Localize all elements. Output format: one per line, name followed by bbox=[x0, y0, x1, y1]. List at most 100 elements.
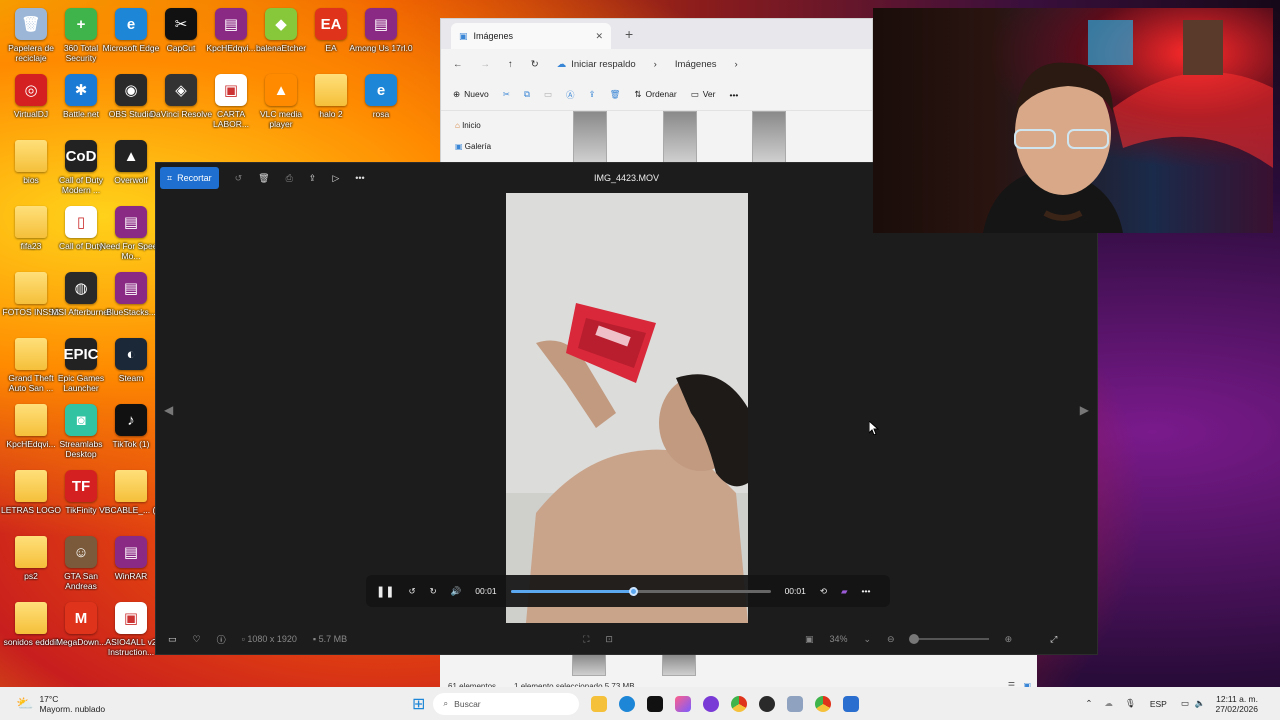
chrome-taskbar-icon[interactable] bbox=[815, 695, 832, 712]
refresh-icon[interactable]: ↻ bbox=[531, 59, 539, 70]
video-frame[interactable] bbox=[506, 193, 748, 623]
new-tab-button[interactable]: + bbox=[625, 26, 633, 42]
cut-icon[interactable]: ✂ bbox=[503, 89, 510, 100]
backup-button[interactable]: ☁ Iniciar respaldo bbox=[557, 59, 636, 70]
volume-icon[interactable]: 🔈 bbox=[1195, 698, 1206, 709]
delete-icon[interactable]: 🗑 bbox=[610, 89, 621, 100]
paste-icon[interactable]: ▭ bbox=[544, 89, 552, 100]
desktop-icon-label: BlueStacks... bbox=[106, 307, 156, 317]
start-icon[interactable]: ⊞ bbox=[412, 694, 425, 714]
image-thumbnail[interactable] bbox=[662, 654, 696, 676]
forward-icon[interactable]: → bbox=[481, 59, 491, 70]
sort-label: Ordenar bbox=[645, 89, 677, 99]
app-icon: ▣ bbox=[115, 602, 147, 634]
tray-chevron-icon[interactable]: ⌃ bbox=[1085, 698, 1092, 709]
app-icon: ◎ bbox=[15, 74, 47, 106]
nav-item-galeria[interactable]: ▣ Galería bbox=[455, 136, 491, 157]
desktop-icon[interactable]: ▤ BlueStacks... bbox=[100, 272, 162, 334]
image-thumbnail[interactable] bbox=[752, 111, 786, 163]
obs-taskbar-icon[interactable] bbox=[759, 695, 776, 712]
file-explorer-taskbar-icon[interactable] bbox=[591, 695, 608, 712]
chrome-taskbar-icon[interactable] bbox=[731, 695, 748, 712]
close-tab-icon[interactable]: ✕ bbox=[595, 31, 603, 42]
breadcrumb-chevron-icon: › bbox=[734, 58, 738, 70]
copy-icon[interactable]: ⧉ bbox=[524, 89, 530, 100]
app-icon: ✱ bbox=[65, 74, 97, 106]
tiktok-taskbar-icon[interactable] bbox=[647, 695, 664, 712]
zoom-in-icon[interactable]: ⊕ bbox=[1005, 634, 1013, 645]
desktop-icon[interactable]: VBCABLE_... (3) bbox=[99, 470, 163, 532]
repeat-off-icon[interactable]: ⟲ bbox=[820, 586, 827, 597]
language-indicator[interactable]: ESP bbox=[1150, 699, 1167, 709]
temperature: 17°C bbox=[39, 693, 59, 704]
desktop-icon-label: Need For Speed Mo... bbox=[99, 241, 163, 261]
clipchamp-icon[interactable]: ▰ bbox=[841, 586, 848, 597]
image-thumbnail[interactable] bbox=[573, 111, 607, 163]
zoom-slider-knob[interactable] bbox=[908, 634, 919, 644]
previous-arrow-icon[interactable]: ◀ bbox=[164, 403, 173, 417]
desktop-icon[interactable]: ♪ TikTok (1) bbox=[100, 404, 162, 466]
app-icon bbox=[15, 470, 47, 502]
app-icon: ◈ bbox=[165, 74, 197, 106]
clock[interactable]: 12:11 a. m. 27/02/2026 bbox=[1215, 694, 1258, 714]
desktop-icon[interactable]: ▣ ASIO4ALL v2 Instruction... bbox=[100, 602, 162, 664]
desktop-icon[interactable]: ▤ WinRAR bbox=[100, 536, 162, 598]
desktop-icon[interactable]: ◐ Steam bbox=[100, 338, 162, 400]
new-label: Nuevo bbox=[464, 89, 489, 99]
desktop-icon[interactable]: ▤ Need For Speed Mo... bbox=[100, 206, 162, 268]
seek-bar-knob[interactable] bbox=[628, 586, 638, 596]
pause-icon[interactable]: ❚❚ bbox=[376, 585, 394, 598]
app-icon: TF bbox=[65, 470, 97, 502]
network-icon[interactable]: ▭ bbox=[1181, 698, 1189, 709]
app-taskbar-icon[interactable] bbox=[787, 695, 804, 712]
rename-icon[interactable]: Ⓐ bbox=[566, 89, 575, 101]
info-icon[interactable]: ⓘ bbox=[217, 633, 226, 646]
fit-icon[interactable]: ⛶ bbox=[583, 634, 589, 645]
seek-bar[interactable] bbox=[510, 586, 771, 596]
zoom-value[interactable]: 34% bbox=[829, 634, 847, 644]
edge-taskbar-icon[interactable] bbox=[619, 695, 636, 712]
image-thumbnail[interactable] bbox=[572, 654, 606, 676]
microphone-icon[interactable]: 🎙 bbox=[1125, 698, 1136, 709]
sort-button[interactable]: ⇅ Ordenar bbox=[634, 89, 676, 100]
more-icon[interactable]: ••• bbox=[729, 90, 738, 100]
image-thumbnail[interactable] bbox=[663, 111, 697, 163]
explorer-command-bar: ⊕ Nuevo ✂ ⧉ ▭ Ⓐ ⇪ 🗑 ⇅ Ordenar ▭ Ver ••• bbox=[441, 79, 872, 111]
desktop-icon[interactable]: ▤ Among Us 17rl.0 bbox=[349, 8, 413, 70]
app-taskbar-icon[interactable] bbox=[703, 695, 720, 712]
explorer-tab[interactable]: ▣ Imágenes ✕ bbox=[451, 23, 611, 49]
next-arrow-icon[interactable]: ▶ bbox=[1080, 403, 1089, 417]
video-controls: ❚❚ ↺ ↻ 🔊 00:01 00:01 ⟲ ▰ ••• bbox=[366, 575, 890, 607]
view-button[interactable]: ▭ Ver bbox=[691, 89, 716, 100]
desktop-icon[interactable]: e rosa bbox=[350, 74, 412, 136]
up-icon[interactable]: ↑ bbox=[508, 59, 513, 70]
actual-size-icon[interactable]: ⊡ bbox=[605, 634, 613, 645]
favorite-icon[interactable]: ♡ bbox=[193, 634, 201, 645]
breadcrumb[interactable]: Imágenes bbox=[675, 59, 717, 70]
desktop-icon-label: ASIO4ALL v2 Instruction... bbox=[105, 637, 157, 657]
zoom-chevron-icon[interactable]: ⌄ bbox=[864, 634, 872, 645]
nav-item-inicio[interactable]: ⌂ Inicio bbox=[455, 115, 491, 136]
new-button[interactable]: ⊕ Nuevo bbox=[453, 89, 489, 100]
nav-item-label: Galería bbox=[464, 142, 492, 151]
filmstrip-icon[interactable]: ▭ bbox=[168, 634, 177, 645]
more-icon[interactable]: ••• bbox=[862, 586, 871, 596]
photos-taskbar-icon[interactable] bbox=[675, 695, 692, 712]
weather-widget[interactable]: ⛅ 17°C Mayorm. nublado bbox=[0, 694, 180, 714]
tray-app-icon[interactable]: ☁ bbox=[1105, 698, 1114, 709]
zoom-fit-icon[interactable]: ▣ bbox=[805, 634, 814, 645]
plus-icon: ⊕ bbox=[453, 89, 461, 99]
zoom-slider[interactable] bbox=[908, 634, 989, 644]
volume-icon[interactable]: 🔊 bbox=[451, 586, 462, 597]
app-icon bbox=[15, 206, 47, 238]
zoom-out-icon[interactable]: ⊖ bbox=[887, 634, 895, 645]
back-icon[interactable]: ← bbox=[453, 59, 463, 70]
desktop-icon[interactable]: ▲ Overwolf bbox=[100, 140, 162, 202]
rewind-icon[interactable]: ↺ bbox=[408, 586, 415, 597]
fullscreen-icon[interactable]: ⤢ bbox=[1050, 634, 1057, 645]
share-icon[interactable]: ⇪ bbox=[588, 89, 595, 100]
search-box[interactable]: ⌕ Buscar bbox=[433, 692, 580, 715]
forward-icon[interactable]: ↻ bbox=[430, 586, 437, 597]
app-taskbar-icon[interactable] bbox=[843, 695, 860, 712]
view-icon: ▭ bbox=[690, 89, 699, 99]
